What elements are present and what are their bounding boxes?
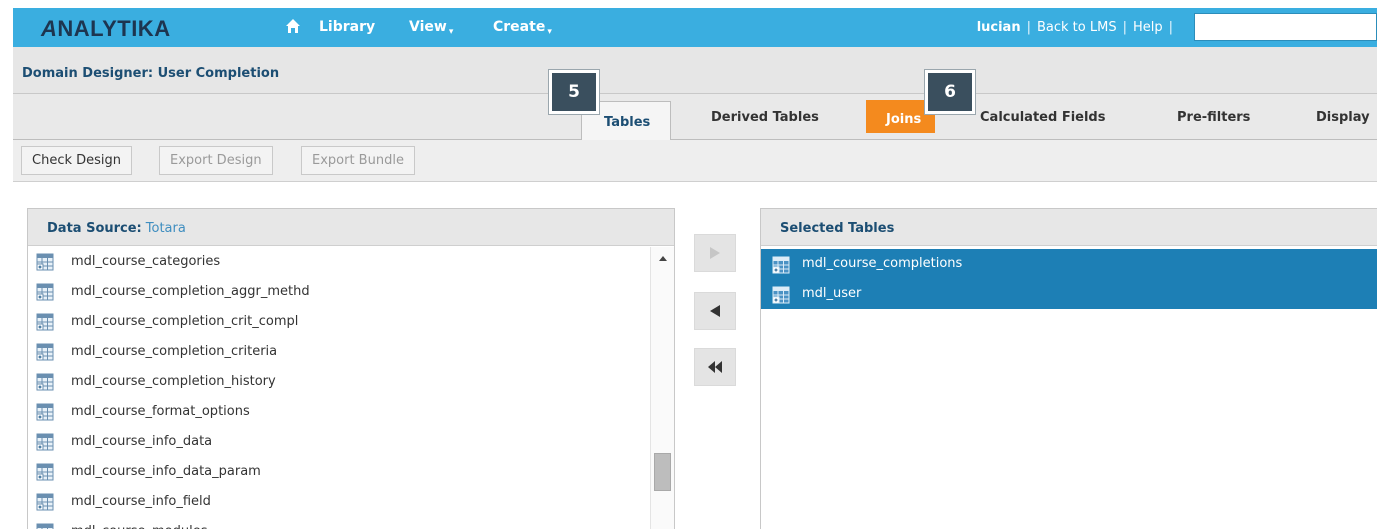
table-name: mdl_course_info_field	[71, 494, 211, 509]
export-design-button[interactable]: Export Design	[159, 146, 273, 175]
table-name: mdl_course_modules	[71, 524, 207, 529]
table-name: mdl_course_completion_criteria	[71, 344, 278, 359]
table-name: mdl_course_info_data_param	[71, 464, 261, 479]
remove-all-tables-button[interactable]	[694, 348, 736, 386]
data-source-name[interactable]: Totara	[146, 221, 186, 236]
nav-view[interactable]: View ▾	[409, 19, 453, 37]
separator: |	[1122, 20, 1127, 35]
designer-title-bar: Domain Designer: User Completion	[13, 47, 1377, 94]
double-arrow-left-icon	[708, 361, 722, 373]
export-bundle-button[interactable]: Export Bundle	[301, 146, 415, 175]
design-toolbar: Check Design Export Design Export Bundle	[13, 140, 1377, 182]
table-name: mdl_course_categories	[71, 254, 221, 269]
user-name[interactable]: lucian	[977, 20, 1021, 35]
table-icon	[36, 373, 54, 395]
user-links: lucian | Back to LMS | Help |	[977, 20, 1179, 35]
list-item[interactable]: mdl_course_modules	[28, 517, 650, 529]
home-icon[interactable]	[285, 18, 301, 34]
selected-list-item[interactable]: mdl_user	[761, 279, 1377, 309]
table-icon	[36, 523, 54, 529]
list-item[interactable]: mdl_course_info_data_param	[28, 457, 650, 487]
chevron-down-icon: ▾	[547, 27, 552, 37]
table-icon	[36, 433, 54, 455]
available-tables-list: mdl_course_categories mdl_course_completi…	[28, 247, 650, 529]
step-marker-5: 5	[548, 69, 600, 115]
nav-create[interactable]: Create ▾	[493, 19, 552, 37]
logo-mark: A	[41, 16, 58, 41]
data-source-label: Data Source:	[47, 221, 142, 236]
app-logo[interactable]: ANALYTIKA	[41, 16, 171, 42]
nav-library[interactable]: Library	[319, 19, 375, 35]
page-title: Domain Designer: User Completion	[22, 66, 280, 81]
add-table-button[interactable]	[694, 234, 736, 272]
help-link[interactable]: Help	[1133, 20, 1163, 35]
table-icon	[772, 256, 790, 278]
list-item[interactable]: mdl_course_format_options	[28, 397, 650, 427]
scroll-up-icon[interactable]	[659, 256, 667, 261]
table-name: mdl_course_format_options	[71, 404, 250, 419]
arrow-right-icon	[710, 247, 720, 259]
table-name: mdl_course_completion_crit_compl	[71, 314, 299, 329]
scrollbar-thumb[interactable]	[654, 453, 671, 491]
list-item[interactable]: mdl_course_info_data	[28, 427, 650, 457]
data-source-panel: Data Source: Totara mdl_course_categories…	[27, 208, 675, 529]
arrow-left-icon	[710, 305, 720, 317]
table-name: mdl_user	[802, 286, 862, 301]
tab-display[interactable]: Display	[1316, 110, 1370, 125]
list-item[interactable]: mdl_course_completion_crit_compl	[28, 307, 650, 337]
step-marker-6: 6	[924, 69, 976, 115]
tab-derived-tables[interactable]: Derived Tables	[711, 110, 819, 125]
table-icon	[36, 313, 54, 335]
table-name: mdl_course_info_data	[71, 434, 213, 449]
table-name: mdl_course_completion_history	[71, 374, 276, 389]
tab-pre-filters[interactable]: Pre-filters	[1177, 110, 1250, 125]
chevron-down-icon: ▾	[448, 27, 454, 37]
table-name: mdl_course_completions	[802, 256, 963, 271]
top-navigation-bar: ANALYTIKA Library View ▾ Create ▾ lucian | B…	[13, 8, 1377, 47]
table-icon	[36, 253, 54, 275]
designer-tabs: Tables Derived Tables Joins Calculated F…	[13, 94, 1377, 141]
separator: |	[1026, 20, 1031, 35]
list-item[interactable]: mdl_course_categories	[28, 247, 650, 277]
data-source-header: Data Source: Totara	[28, 209, 674, 246]
tab-calculated-fields[interactable]: Calculated Fields	[980, 110, 1105, 125]
scrollbar[interactable]	[650, 247, 674, 529]
table-icon	[772, 286, 790, 308]
table-icon	[36, 463, 54, 485]
list-item[interactable]: mdl_course_completion_criteria	[28, 337, 650, 367]
table-icon	[36, 343, 54, 365]
nav-create-label: Create	[493, 19, 546, 35]
list-item[interactable]: mdl_course_info_field	[28, 487, 650, 517]
selected-tables-list: mdl_course_completions mdl_user	[761, 249, 1377, 309]
table-icon	[36, 493, 54, 515]
separator: |	[1168, 20, 1173, 35]
selected-tables-header: Selected Tables	[761, 209, 1377, 246]
selected-list-item[interactable]: mdl_course_completions	[761, 249, 1377, 279]
check-design-button[interactable]: Check Design	[21, 146, 133, 175]
table-icon	[36, 403, 54, 425]
nav-view-label: View	[409, 19, 447, 35]
list-item[interactable]: mdl_course_completion_aggr_methd	[28, 277, 650, 307]
table-name: mdl_course_completion_aggr_methd	[71, 284, 310, 299]
list-item[interactable]: mdl_course_completion_history	[28, 367, 650, 397]
table-icon	[36, 283, 54, 305]
selected-tables-panel: Selected Tables mdl_course_completions md…	[760, 208, 1377, 529]
remove-table-button[interactable]	[694, 292, 736, 330]
back-to-lms-link[interactable]: Back to LMS	[1037, 20, 1117, 35]
search-input[interactable]	[1194, 13, 1377, 41]
